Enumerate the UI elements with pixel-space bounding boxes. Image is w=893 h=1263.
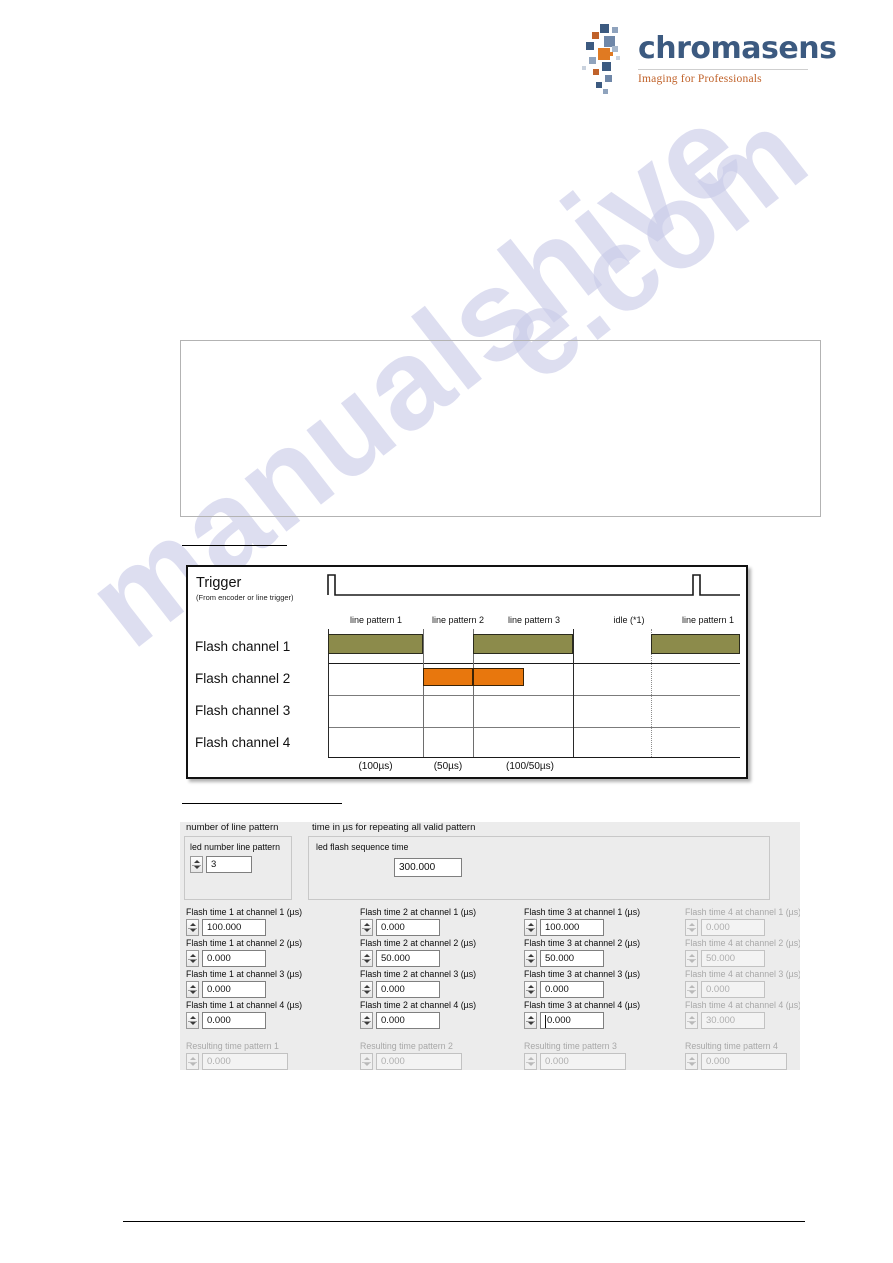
- flash-time-2-ch4-input[interactable]: 0.000: [376, 1012, 440, 1029]
- flash-time-1-ch1-input[interactable]: 100.000: [202, 919, 266, 936]
- flash-time-4-ch2-label: Flash time 4 at channel 2 (µs): [685, 938, 800, 948]
- flash-time-4-ch2-input: 50.000: [701, 950, 765, 967]
- flash-time-4-ch1-input: 0.000: [701, 919, 765, 936]
- flash-bar-ch1-p3: [473, 634, 573, 654]
- flash-time-4-ch4-spinner: [685, 1012, 698, 1029]
- logo-tagline: Imaging for Professionals: [638, 69, 808, 85]
- resulting-time-pattern-1-spinner: [186, 1053, 199, 1070]
- resulting-time-pattern-4-label: Resulting time pattern 4: [685, 1041, 778, 1051]
- sep-p1-p2: [423, 629, 424, 757]
- chromasens-logo: chromasens Imaging for Professionals: [578, 22, 837, 100]
- flash-channel-2-label: Flash channel 2: [195, 671, 291, 686]
- flash-time-4-ch3-spinner: [685, 981, 698, 998]
- flash-bar-ch1-repeat: [651, 634, 740, 654]
- flash-time-2-ch1-input[interactable]: 0.000: [376, 919, 440, 936]
- led-flash-sequence-time-input[interactable]: 300.000: [394, 858, 462, 877]
- resulting-time-pattern-2-spinner: [360, 1053, 373, 1070]
- note-box: [180, 340, 821, 517]
- figure-caption-rule-bottom: [182, 803, 342, 804]
- flash-time-2-ch2-label: Flash time 2 at channel 2 (µs): [360, 938, 477, 948]
- flash-time-3-ch4-label: Flash time 3 at channel 4 (µs): [524, 1000, 641, 1010]
- flash-time-4-ch4-label: Flash time 4 at channel 4 (µs): [685, 1000, 800, 1010]
- resulting-time-pattern-3-label: Resulting time pattern 3: [524, 1041, 617, 1051]
- flash-time-3-ch3-input[interactable]: 0.000: [540, 981, 604, 998]
- flash-channel-4-label: Flash channel 4: [195, 735, 291, 750]
- flash-time-3-ch4-input[interactable]: 0.000: [540, 1012, 604, 1029]
- flash-time-1-ch2-input[interactable]: 0.000: [202, 950, 266, 967]
- flash-bar-ch1-p1: [328, 634, 423, 654]
- pattern-label-repeat: line pattern 1: [681, 615, 735, 625]
- flash-time-1-ch1-spinner[interactable]: [186, 919, 199, 936]
- resulting-time-pattern-2-label: Resulting time pattern 2: [360, 1041, 453, 1051]
- flash-time-1-ch3-label: Flash time 1 at channel 3 (µs): [186, 969, 303, 979]
- flash-time-4-ch3-label: Flash time 4 at channel 3 (µs): [685, 969, 800, 979]
- led-number-line-pattern-input[interactable]: 3: [206, 856, 252, 873]
- figure-caption-rule-top: [182, 545, 287, 546]
- flash-time-2-ch1-spinner[interactable]: [360, 919, 373, 936]
- flash-time-2-ch3-label: Flash time 2 at channel 3 (µs): [360, 969, 477, 979]
- led-number-line-pattern-label: led number line pattern: [190, 842, 280, 852]
- flash-time-3-ch1-input[interactable]: 100.000: [540, 919, 604, 936]
- flash-time-2-ch1-label: Flash time 2 at channel 1 (µs): [360, 907, 477, 917]
- footer-rule: [123, 1221, 805, 1222]
- time-label-3: (100/50µs): [505, 761, 554, 772]
- flash-time-3-ch3-label: Flash time 3 at channel 3 (µs): [524, 969, 641, 979]
- flash-time-4-ch4-input: 30.000: [701, 1012, 765, 1029]
- flash-time-3-ch2-label: Flash time 3 at channel 2 (µs): [524, 938, 641, 948]
- flash-time-4-ch2-spinner: [685, 950, 698, 967]
- resulting-time-pattern-1-input: 0.000: [202, 1053, 288, 1070]
- flash-time-2-ch2-spinner[interactable]: [360, 950, 373, 967]
- flash-time-3-ch2-input[interactable]: 50.000: [540, 950, 604, 967]
- flash-time-2-ch4-spinner[interactable]: [360, 1012, 373, 1029]
- flash-timing-diagram: Trigger (From encoder or line trigger) l…: [186, 565, 748, 779]
- chromasens-logo-mark: [582, 24, 620, 94]
- flash-time-1-ch2-label: Flash time 1 at channel 2 (µs): [186, 938, 303, 948]
- led-flash-sequence-time-label: led flash sequence time: [316, 842, 409, 852]
- flash-time-1-ch3-spinner[interactable]: [186, 981, 199, 998]
- grid-line-2: [328, 695, 740, 696]
- flash-time-3-ch4-spinner[interactable]: [524, 1012, 537, 1029]
- flash-time-2-ch3-spinner[interactable]: [360, 981, 373, 998]
- led-number-line-pattern-spinner[interactable]: [190, 856, 203, 873]
- flash-channel-1-label: Flash channel 1: [195, 639, 291, 654]
- flash-time-4-ch1-label: Flash time 4 at channel 1 (µs): [685, 907, 800, 917]
- resulting-time-pattern-3-spinner: [524, 1053, 537, 1070]
- flash-time-1-ch4-label: Flash time 1 at channel 4 (µs): [186, 1000, 303, 1010]
- number-of-line-pattern-caption: number of line pattern: [186, 822, 279, 833]
- time-label-1: (100µs): [358, 761, 393, 772]
- sep-p3-idle: [573, 629, 574, 757]
- flash-time-4-ch1-spinner: [685, 919, 698, 936]
- grid-line-3: [328, 727, 740, 728]
- flash-time-1-ch1-label: Flash time 1 at channel 1 (µs): [186, 907, 303, 917]
- resulting-time-pattern-4-input: 0.000: [701, 1053, 787, 1070]
- flash-time-3-ch1-spinner[interactable]: [524, 919, 537, 936]
- flash-time-3-ch1-label: Flash time 3 at channel 1 (µs): [524, 907, 641, 917]
- flash-bar-ch2-p3: [473, 668, 524, 686]
- flash-time-1-ch4-spinner[interactable]: [186, 1012, 199, 1029]
- flash-time-4-ch3-input: 0.000: [701, 981, 765, 998]
- logo-wordmark: chromasens: [638, 31, 837, 66]
- pattern-label-3: line pattern 3: [507, 615, 561, 625]
- flash-time-3-ch2-spinner[interactable]: [524, 950, 537, 967]
- flash-bar-ch2-p2: [423, 668, 473, 686]
- resulting-time-pattern-4-spinner: [685, 1053, 698, 1070]
- resulting-time-pattern-3-input: 0.000: [540, 1053, 626, 1070]
- flash-time-1-ch4-input[interactable]: 0.000: [202, 1012, 266, 1029]
- grid-line-4: [328, 757, 740, 758]
- flash-time-1-ch3-input[interactable]: 0.000: [202, 981, 266, 998]
- time-label-2: (50µs): [433, 761, 463, 772]
- trigger-waveform: [327, 574, 740, 596]
- sequence-time-caption: time in µs for repeating all valid patte…: [312, 822, 476, 833]
- flash-channel-3-label: Flash channel 3: [195, 703, 291, 718]
- flash-time-1-ch2-spinner[interactable]: [186, 950, 199, 967]
- led-flash-control-panel: number of line pattern led number line p…: [180, 822, 800, 1070]
- resulting-time-pattern-2-input: 0.000: [376, 1053, 462, 1070]
- flash-time-2-ch3-input[interactable]: 0.000: [376, 981, 440, 998]
- resulting-time-pattern-1-label: Resulting time pattern 1: [186, 1041, 279, 1051]
- grid-line-1: [328, 663, 740, 664]
- flash-time-3-ch3-spinner[interactable]: [524, 981, 537, 998]
- flash-time-2-ch2-input[interactable]: 50.000: [376, 950, 440, 967]
- flash-time-2-ch4-label: Flash time 2 at channel 4 (µs): [360, 1000, 477, 1010]
